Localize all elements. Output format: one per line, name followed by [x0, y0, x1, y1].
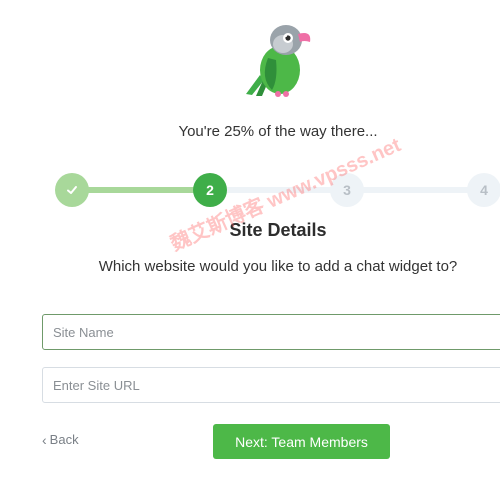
stepper-line-2-3 [210, 187, 347, 193]
site-url-input[interactable] [42, 367, 500, 403]
site-name-input[interactable] [42, 314, 500, 350]
parrot-mascot-logo [238, 20, 318, 100]
step-2-active: 2 [193, 173, 227, 207]
step-3: 3 [330, 173, 364, 207]
step-4: 4 [467, 173, 500, 207]
back-link-label: Back [49, 432, 79, 447]
next-team-members-button[interactable]: Next: Team Members [213, 424, 390, 459]
progress-message: You're 25% of the way there... [178, 123, 378, 140]
chevron-left-icon: ‹ [42, 431, 47, 448]
stepper-line-3-4 [347, 187, 484, 193]
check-icon [66, 184, 78, 196]
step-1-completed [55, 173, 89, 207]
page-title: Site Details [229, 220, 327, 240]
progress-stepper: 2 3 4 [0, 170, 500, 210]
page-subtitle: Which website would you like to add a ch… [98, 258, 458, 275]
back-link[interactable]: ‹ Back [42, 432, 79, 447]
stepper-line-1-2 [72, 187, 210, 193]
